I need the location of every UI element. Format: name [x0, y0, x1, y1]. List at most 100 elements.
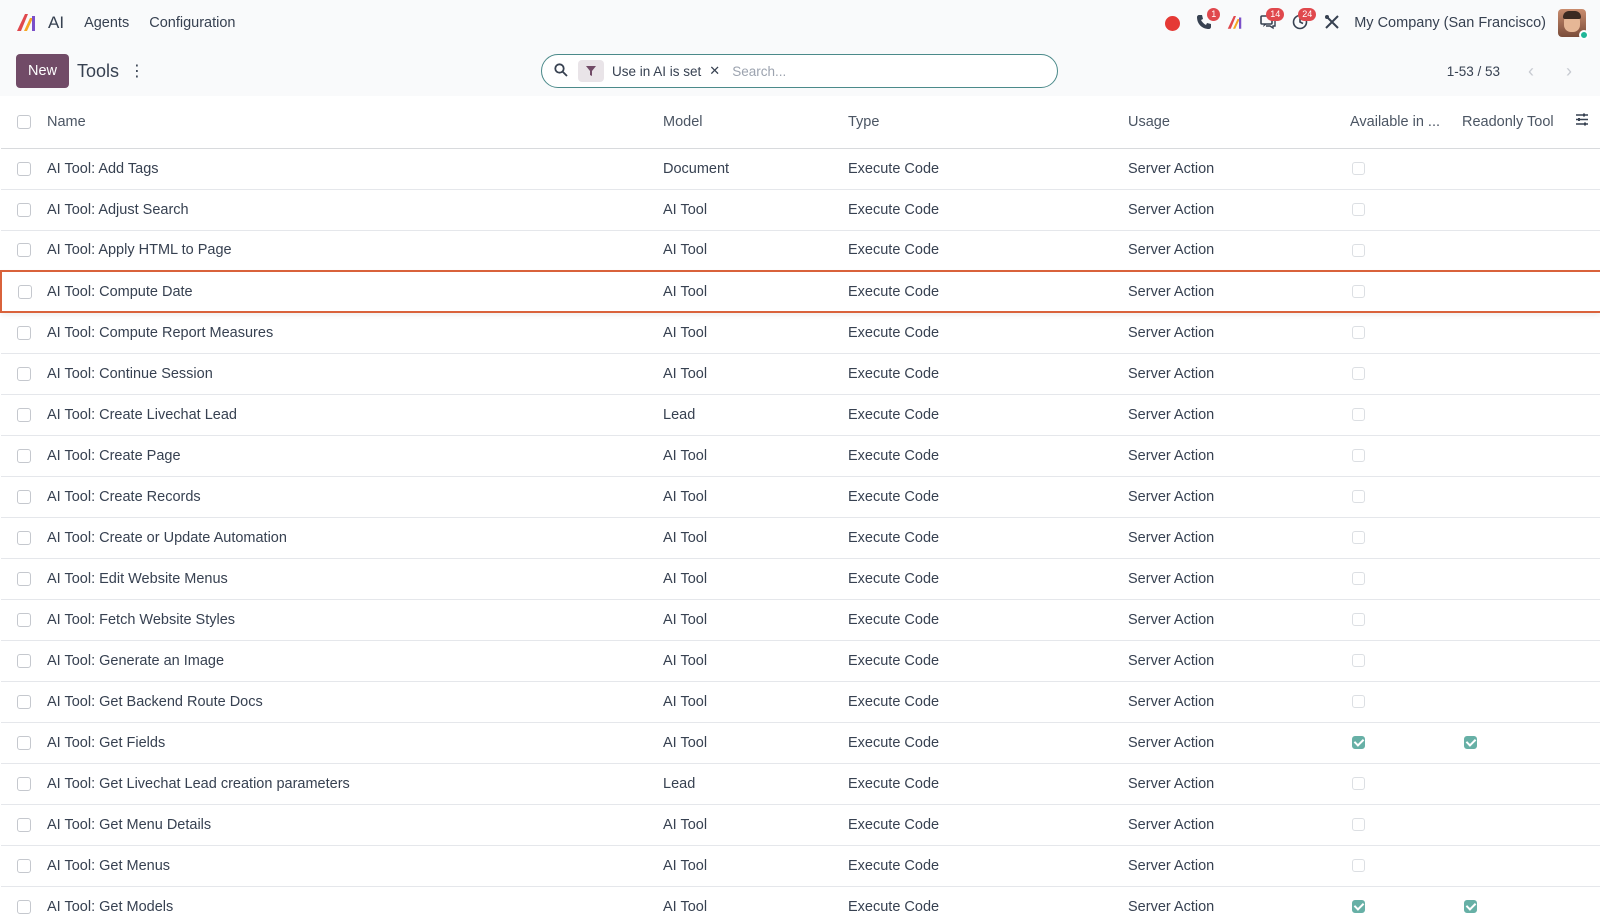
cell-usage[interactable]: Server Action — [1128, 722, 1350, 764]
available-in-checkbox[interactable] — [1352, 900, 1365, 914]
available-in-checkbox[interactable] — [1352, 243, 1365, 257]
column-header-model[interactable]: Model — [663, 96, 848, 149]
row-select-checkbox[interactable] — [17, 612, 31, 627]
cell-usage[interactable]: Server Action — [1128, 270, 1350, 313]
ai-systray-button[interactable] — [1220, 8, 1252, 38]
cell-name[interactable]: AI Tool: Generate an Image — [47, 640, 663, 682]
cell-model[interactable]: Document — [663, 148, 848, 190]
table-row[interactable]: AI Tool: Continue Session AI Tool Execute … — [1, 353, 1600, 395]
optional-columns-icon[interactable] — [1575, 113, 1589, 129]
menu-agents[interactable]: Agents — [84, 15, 129, 31]
row-select-checkbox[interactable] — [18, 284, 32, 299]
table-row[interactable]: AI Tool: Create Livechat Lead Lead Execute… — [1, 394, 1600, 436]
cell-type[interactable]: Execute Code — [848, 353, 1128, 395]
cell-type[interactable]: Execute Code — [848, 722, 1128, 764]
available-in-checkbox[interactable] — [1352, 203, 1365, 217]
cell-usage[interactable]: Server Action — [1128, 148, 1350, 190]
row-select-checkbox[interactable] — [17, 735, 31, 750]
table-row[interactable]: AI Tool: Compute Report Measures AI Tool E… — [1, 312, 1600, 354]
cell-name[interactable]: AI Tool: Get Backend Route Docs — [47, 681, 663, 723]
cell-usage[interactable]: Server Action — [1128, 435, 1350, 477]
table-row[interactable]: AI Tool: Get Menu Details AI Tool Execute … — [1, 804, 1600, 846]
table-row[interactable]: AI Tool: Get Menus AI Tool Execute Code Ser… — [1, 845, 1600, 887]
row-select-checkbox[interactable] — [17, 653, 31, 668]
cell-usage[interactable]: Server Action — [1128, 476, 1350, 518]
available-in-checkbox[interactable] — [1352, 736, 1365, 750]
table-row[interactable]: AI Tool: Create Records AI Tool Execute Co… — [1, 476, 1600, 518]
table-row[interactable]: AI Tool: Apply HTML to Page AI Tool Execut… — [1, 230, 1600, 272]
phone-button[interactable]: 1 — [1188, 8, 1221, 38]
table-row[interactable]: AI Tool: Generate an Image AI Tool Execute… — [1, 640, 1600, 682]
cell-model[interactable]: AI Tool — [663, 681, 848, 723]
table-row[interactable]: AI Tool: Fetch Website Styles AI Tool Exec… — [1, 599, 1600, 641]
cell-model[interactable]: AI Tool — [663, 845, 848, 887]
cell-model[interactable]: AI Tool — [663, 189, 848, 231]
available-in-checkbox[interactable] — [1352, 285, 1365, 299]
available-in-checkbox[interactable] — [1352, 449, 1365, 463]
cell-model[interactable]: Lead — [663, 394, 848, 436]
cell-type[interactable]: Execute Code — [848, 312, 1128, 354]
cell-model[interactable]: AI Tool — [663, 230, 848, 272]
cell-name[interactable]: AI Tool: Create Livechat Lead — [47, 394, 663, 436]
readonly-tool-checkbox[interactable] — [1464, 736, 1477, 750]
cell-type[interactable]: Execute Code — [848, 640, 1128, 682]
cell-model[interactable]: AI Tool — [663, 435, 848, 477]
facet-remove-icon[interactable]: ✕ — [709, 63, 720, 79]
column-header-type[interactable]: Type — [848, 96, 1128, 149]
available-in-checkbox[interactable] — [1352, 531, 1365, 545]
available-in-checkbox[interactable] — [1352, 162, 1365, 176]
pager-value[interactable]: 1-53 / 53 — [1447, 64, 1500, 79]
cell-usage[interactable]: Server Action — [1128, 312, 1350, 354]
cell-usage[interactable]: Server Action — [1128, 517, 1350, 559]
row-select-checkbox[interactable] — [17, 530, 31, 545]
readonly-tool-checkbox[interactable] — [1464, 900, 1477, 914]
available-in-checkbox[interactable] — [1352, 367, 1365, 381]
table-row[interactable]: AI Tool: Get Fields AI Tool Execute Code Se… — [1, 722, 1600, 764]
table-row[interactable]: AI Tool: Adjust Search AI Tool Execute Cod… — [1, 189, 1600, 231]
cell-name[interactable]: AI Tool: Create Records — [47, 476, 663, 518]
table-row[interactable]: AI Tool: Add Tags Document Execute Code Ser… — [1, 148, 1600, 190]
row-select-checkbox[interactable] — [17, 448, 31, 463]
cell-name[interactable]: AI Tool: Apply HTML to Page — [47, 230, 663, 272]
row-select-checkbox[interactable] — [17, 366, 31, 381]
cell-name[interactable]: AI Tool: Adjust Search — [47, 189, 663, 231]
cell-type[interactable]: Execute Code — [848, 517, 1128, 559]
cell-name[interactable]: AI Tool: Get Fields — [47, 722, 663, 764]
cell-type[interactable]: Execute Code — [848, 189, 1128, 231]
available-in-checkbox[interactable] — [1352, 818, 1365, 832]
select-all-checkbox[interactable] — [17, 114, 31, 129]
cell-name[interactable]: AI Tool: Get Menus — [47, 845, 663, 887]
company-switcher[interactable]: My Company (San Francisco) — [1354, 15, 1546, 31]
row-select-checkbox[interactable] — [17, 489, 31, 504]
cell-usage[interactable]: Server Action — [1128, 353, 1350, 395]
cell-name[interactable]: AI Tool: Create Page — [47, 435, 663, 477]
cell-usage[interactable]: Server Action — [1128, 804, 1350, 846]
cell-name[interactable]: AI Tool: Create or Update Automation — [47, 517, 663, 559]
table-row[interactable]: AI Tool: Edit Website Menus AI Tool Execut… — [1, 558, 1600, 600]
table-row[interactable]: AI Tool: Create or Update Automation AI T… — [1, 517, 1600, 559]
cell-type[interactable]: Execute Code — [848, 394, 1128, 436]
available-in-checkbox[interactable] — [1352, 326, 1365, 340]
cell-model[interactable]: AI Tool — [663, 886, 848, 923]
row-select-checkbox[interactable] — [17, 243, 31, 258]
cell-usage[interactable]: Server Action — [1128, 886, 1350, 923]
cell-model[interactable]: AI Tool — [663, 312, 848, 354]
cell-usage[interactable]: Server Action — [1128, 558, 1350, 600]
table-row[interactable]: AI Tool: Get Models AI Tool Execute Code Se… — [1, 886, 1600, 923]
cell-model[interactable]: AI Tool — [663, 270, 848, 313]
actions-menu-icon[interactable]: ⋮ — [129, 61, 145, 81]
cell-type[interactable]: Execute Code — [848, 558, 1128, 600]
row-select-checkbox[interactable] — [17, 858, 31, 873]
cell-type[interactable]: Execute Code — [848, 476, 1128, 518]
column-header-name[interactable]: Name — [47, 96, 663, 149]
cell-usage[interactable]: Server Action — [1128, 394, 1350, 436]
cell-type[interactable]: Execute Code — [848, 681, 1128, 723]
row-select-checkbox[interactable] — [17, 694, 31, 709]
pager-next-icon[interactable]: › — [1554, 57, 1584, 85]
pager-previous-icon[interactable]: ‹ — [1516, 57, 1546, 85]
cell-type[interactable]: Execute Code — [848, 845, 1128, 887]
cell-name[interactable]: AI Tool: Get Livechat Lead creation para… — [47, 763, 663, 805]
row-select-checkbox[interactable] — [17, 407, 31, 422]
cell-usage[interactable]: Server Action — [1128, 845, 1350, 887]
new-button[interactable]: New — [16, 54, 70, 88]
